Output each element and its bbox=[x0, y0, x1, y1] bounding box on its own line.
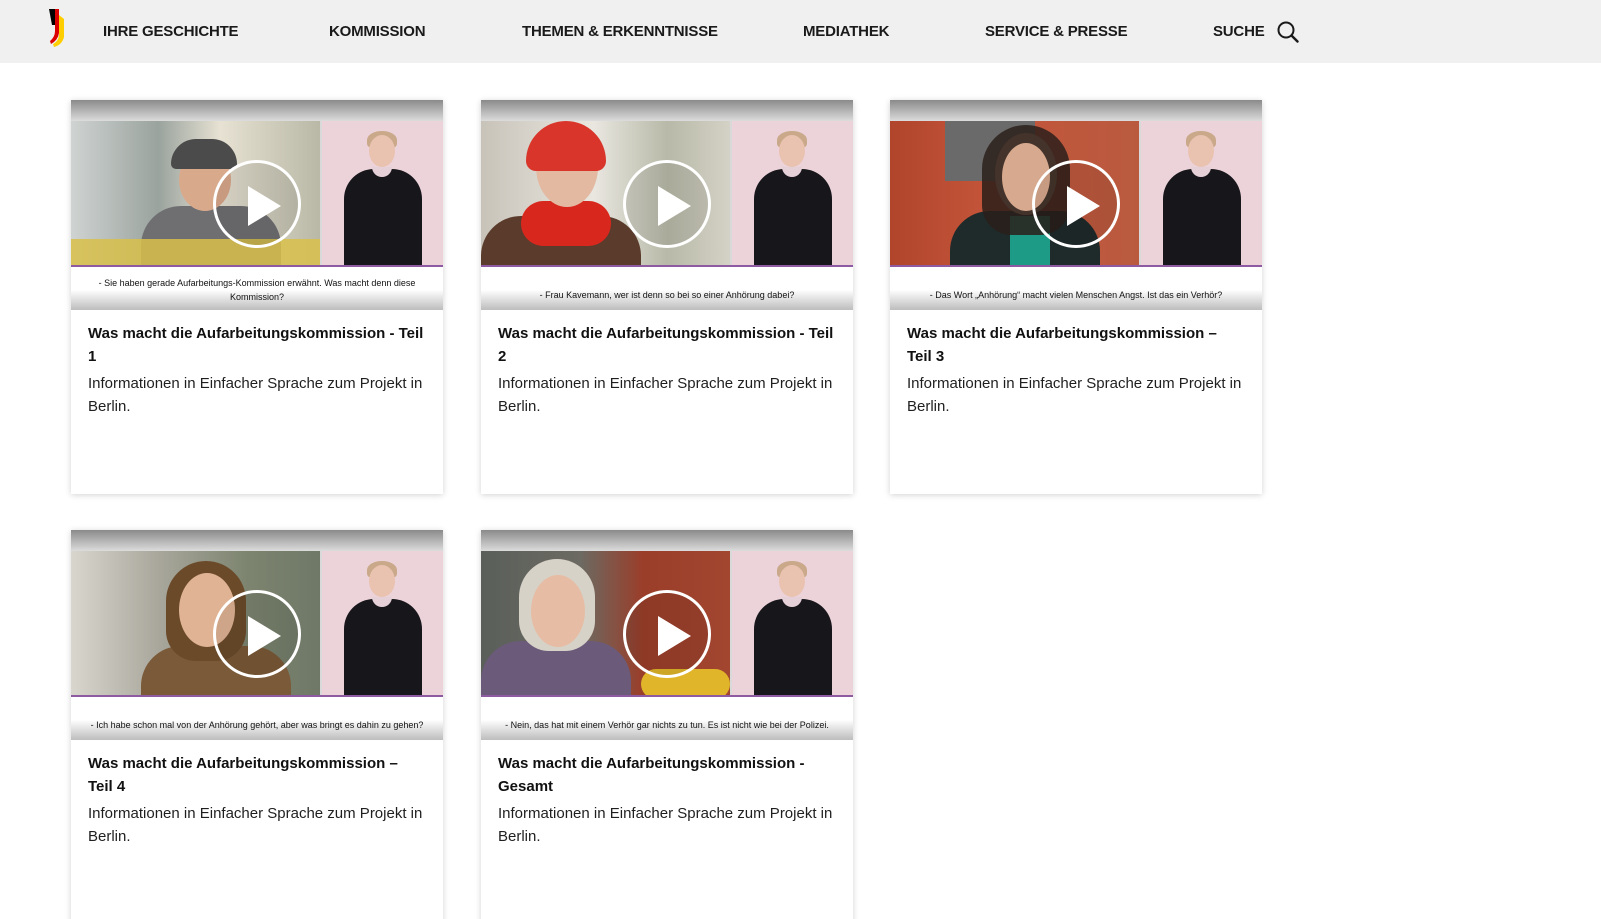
thumbnail-top-bar bbox=[71, 100, 443, 121]
video-card[interactable]: - Ich habe schon mal von der Anhörung ge… bbox=[71, 530, 443, 919]
video-caption: - Das Wort „Anhörung“ macht vielen Mensc… bbox=[929, 290, 1223, 300]
video-thumbnail[interactable]: - Das Wort „Anhörung“ macht vielen Mensc… bbox=[890, 100, 1262, 310]
card-title[interactable]: Was macht die Aufarbeitungskommission – … bbox=[88, 752, 426, 798]
play-icon[interactable] bbox=[213, 590, 301, 678]
video-caption: - Sie haben gerade Aufarbeitungs-Kommiss… bbox=[98, 278, 416, 302]
video-thumbnail[interactable]: - Nein, das hat mit einem Verhör gar nic… bbox=[481, 530, 853, 740]
card-title[interactable]: Was macht die Aufarbeitungskommission – … bbox=[907, 322, 1245, 368]
video-card[interactable]: - Nein, das hat mit einem Verhör gar nic… bbox=[481, 530, 853, 919]
thumbnail-top-bar bbox=[481, 100, 853, 121]
card-description: Informationen in Einfacher Sprache zum P… bbox=[88, 375, 423, 415]
card-description: Informationen in Einfacher Sprache zum P… bbox=[907, 375, 1242, 415]
thumbnail-top-bar bbox=[71, 530, 443, 551]
video-card[interactable]: - Sie haben gerade Aufarbeitungs-Kommiss… bbox=[71, 100, 443, 494]
video-thumbnail[interactable]: - Sie haben gerade Aufarbeitungs-Kommiss… bbox=[71, 100, 443, 310]
video-thumbnail[interactable]: - Frau Kavemann, wer ist denn so bei so … bbox=[481, 100, 853, 310]
thumbnail-top-bar bbox=[481, 530, 853, 551]
nav-kommission[interactable]: KOMMISSION bbox=[329, 0, 426, 63]
sign-language-interpreter bbox=[322, 121, 443, 265]
site-header: IHRE GESCHICHTE KOMMISSION THEMEN & ERKE… bbox=[0, 0, 1601, 63]
sign-language-interpreter bbox=[732, 121, 853, 265]
video-caption: - Frau Kavemann, wer ist denn so bei so … bbox=[539, 290, 795, 300]
card-description: Informationen in Einfacher Sprache zum P… bbox=[498, 805, 833, 845]
card-title[interactable]: Was macht die Aufarbeitungskommission - … bbox=[88, 322, 426, 368]
sign-language-interpreter bbox=[732, 551, 853, 695]
nav-service-presse[interactable]: SERVICE & PRESSE bbox=[985, 0, 1128, 63]
play-icon[interactable] bbox=[1032, 160, 1120, 248]
play-icon[interactable] bbox=[623, 590, 711, 678]
thumbnail-top-bar bbox=[890, 100, 1262, 121]
search-label: SUCHE bbox=[1213, 23, 1265, 40]
card-description: Informationen in Einfacher Sprache zum P… bbox=[498, 375, 833, 415]
search-button[interactable]: SUCHE bbox=[1213, 0, 1299, 63]
nav-ihre-geschichte[interactable]: IHRE GESCHICHTE bbox=[103, 0, 239, 63]
card-title[interactable]: Was macht die Aufarbeitungskommission - … bbox=[498, 752, 836, 798]
play-icon[interactable] bbox=[213, 160, 301, 248]
video-caption: - Nein, das hat mit einem Verhör gar nic… bbox=[505, 720, 829, 730]
sign-language-interpreter bbox=[1141, 121, 1262, 265]
play-icon[interactable] bbox=[623, 160, 711, 248]
video-card[interactable]: - Das Wort „Anhörung“ macht vielen Mensc… bbox=[890, 100, 1262, 494]
nav-mediathek[interactable]: MEDIATHEK bbox=[803, 0, 889, 63]
card-title[interactable]: Was macht die Aufarbeitungskommission - … bbox=[498, 322, 836, 368]
video-card[interactable]: - Frau Kavemann, wer ist denn so bei so … bbox=[481, 100, 853, 494]
caption-area: - Sie haben gerade Aufarbeitungs-Kommiss… bbox=[71, 265, 443, 310]
logo-icon[interactable] bbox=[45, 7, 67, 47]
caption-area: - Frau Kavemann, wer ist denn so bei so … bbox=[481, 265, 853, 310]
video-caption: - Ich habe schon mal von der Anhörung ge… bbox=[90, 720, 424, 730]
nav-themen-erkenntnisse[interactable]: THEMEN & ERKENNTNISSE bbox=[522, 0, 718, 63]
search-icon bbox=[1277, 21, 1299, 43]
caption-area: - Nein, das hat mit einem Verhör gar nic… bbox=[481, 695, 853, 740]
caption-area: - Das Wort „Anhörung“ macht vielen Mensc… bbox=[890, 265, 1262, 310]
caption-area: - Ich habe schon mal von der Anhörung ge… bbox=[71, 695, 443, 740]
video-thumbnail[interactable]: - Ich habe schon mal von der Anhörung ge… bbox=[71, 530, 443, 740]
sign-language-interpreter bbox=[322, 551, 443, 695]
card-description: Informationen in Einfacher Sprache zum P… bbox=[88, 805, 423, 845]
